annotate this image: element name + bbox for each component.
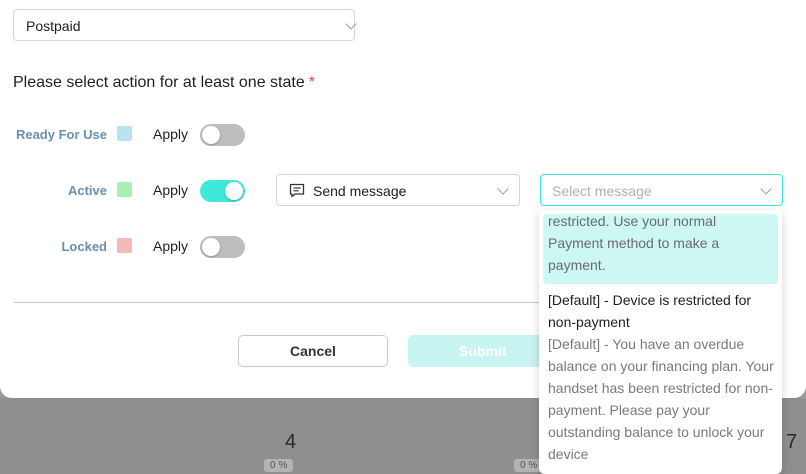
state-color-swatch: [117, 182, 132, 197]
message-dropdown: restricted. Use your normal Payment meth…: [539, 210, 782, 474]
message-option-title: [Default] - Device is restricted for non…: [548, 292, 752, 330]
state-label-ready-for-use: Ready For Use: [15, 127, 107, 142]
message-select-placeholder: Select message: [552, 183, 652, 199]
message-option[interactable]: [Default] - Device is restricted for non…: [548, 289, 776, 465]
apply-toggle-active[interactable]: [200, 180, 245, 202]
state-action-heading: Please select action for at least one st…: [13, 74, 315, 92]
apply-toggle-locked[interactable]: [200, 236, 245, 258]
action-type-select[interactable]: Send message: [276, 174, 520, 206]
background-stat-value: 7: [786, 431, 798, 453]
chevron-down-icon: [345, 18, 357, 30]
required-mark: *: [308, 74, 315, 91]
action-type-value: Send message: [313, 183, 407, 199]
message-icon: [289, 183, 305, 198]
divider: [13, 302, 543, 303]
apply-label: Apply: [153, 182, 189, 198]
plan-type-select[interactable]: Postpaid: [13, 9, 357, 41]
state-label-active: Active: [67, 183, 107, 198]
apply-label: Apply: [153, 238, 189, 254]
chevron-down-icon: [497, 183, 509, 195]
state-label-locked: Locked: [61, 239, 107, 254]
apply-label: Apply: [153, 126, 189, 142]
heading-text: Please select action for at least one st…: [13, 74, 305, 91]
submit-button[interactable]: Submit: [408, 335, 558, 367]
toggle-knob: [225, 182, 243, 200]
chevron-down-icon: [760, 183, 772, 195]
message-select[interactable]: Select message: [540, 174, 783, 206]
toggle-knob: [202, 238, 220, 256]
state-color-swatch: [117, 238, 132, 253]
toggle-knob: [202, 126, 220, 144]
message-option-selected[interactable]: restricted. Use your normal Payment meth…: [543, 213, 778, 284]
message-option-text: restricted. Use your normal Payment meth…: [548, 213, 720, 273]
message-option-body: [Default] - You have an overdue balance …: [548, 336, 774, 462]
background-stat-percent: 0 %: [264, 459, 294, 472]
state-color-swatch: [117, 126, 132, 141]
background-stat-value: 4: [285, 431, 297, 453]
cancel-button[interactable]: Cancel: [238, 335, 388, 367]
plan-type-value: Postpaid: [26, 18, 81, 34]
apply-toggle-ready-for-use[interactable]: [200, 124, 245, 146]
